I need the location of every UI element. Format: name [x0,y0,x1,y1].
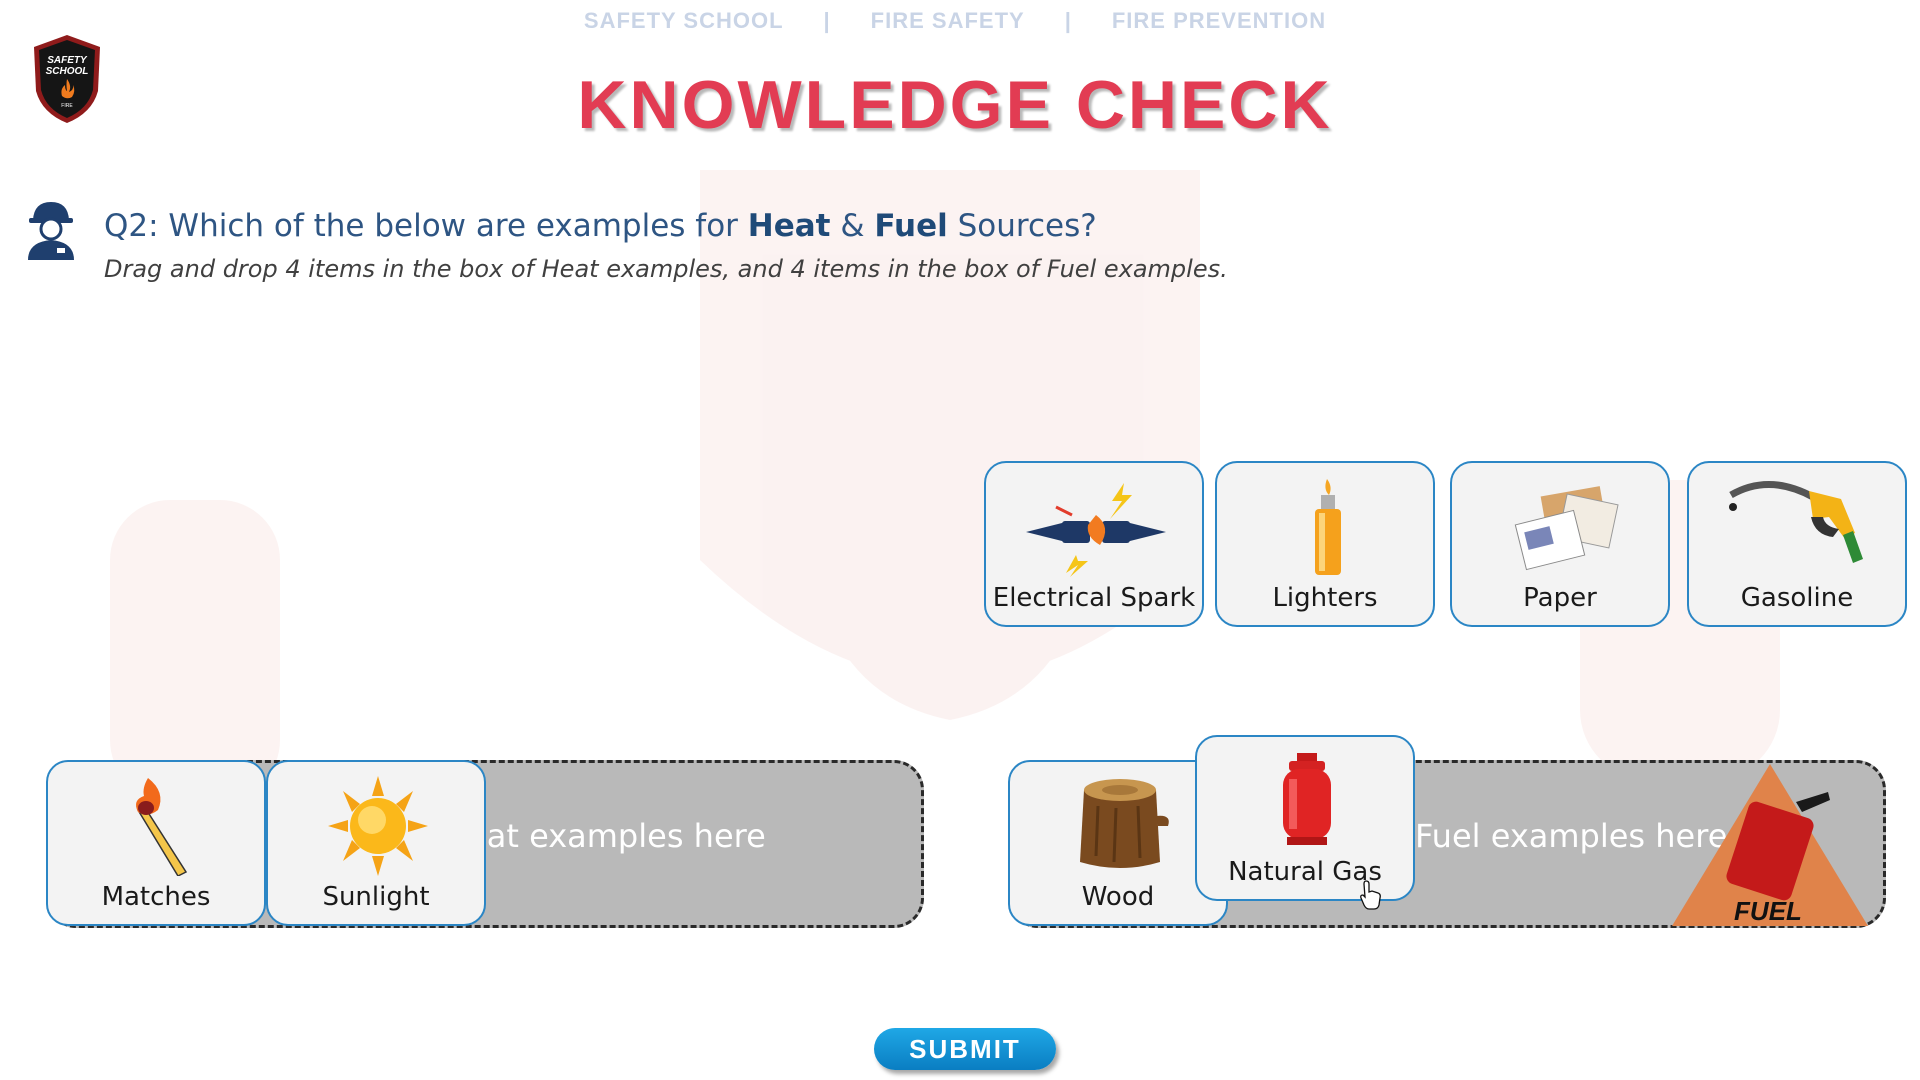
sun-icon [328,776,428,876]
option-lighters[interactable]: Lighters [1215,461,1435,627]
wood-log-icon [1080,779,1169,868]
match-icon [136,778,188,876]
hand-cursor-icon [1360,880,1381,910]
option-electrical-spark[interactable]: Electrical Spark [984,461,1204,627]
paper-icon [1514,486,1619,571]
option-paper[interactable]: Paper [1450,461,1670,627]
item-label: Sunlight [322,882,430,912]
fuel-can-badge-icon: FUEL [1672,764,1868,926]
breadcrumb-fire-safety[interactable]: FIRE SAFETY [871,8,1025,34]
electrical-spark-icon [1026,483,1166,577]
option-gasoline[interactable]: Gasoline [1687,461,1907,627]
breadcrumb: SAFETY SCHOOL | FIRE SAFETY | FIRE PREVENTIO… [0,8,1915,34]
fuel-badge-text: FUEL [1734,896,1802,926]
question-heat: Heat [747,208,831,244]
breadcrumb-separator: | [1064,8,1072,33]
heat-item-matches[interactable]: Matches [46,760,266,926]
logo-text-line1: SAFETY [47,55,88,66]
question-instruction: Drag and drop 4 items in the box of Heat… [104,255,1228,283]
heat-item-sunlight[interactable]: Sunlight [266,760,486,926]
option-label: Paper [1523,583,1597,613]
item-label: Matches [101,882,211,912]
breadcrumb-separator: | [823,8,831,33]
gasoline-nozzle-icon [1729,481,1863,563]
option-label: Electrical Spark [992,583,1196,613]
question-prefix: Q2: Which of the below are examples for [104,208,748,244]
submit-button[interactable]: SUBMIT [874,1028,1056,1070]
question-text: Q2: Which of the below are examples for … [104,208,1097,244]
question-amp: & [830,208,875,244]
gas-cylinder-icon [1283,753,1331,845]
worker-avatar-icon [28,202,74,260]
heat-drop-hint: Heat examples here [443,817,766,855]
lighter-icon [1315,479,1341,575]
question-suffix: Sources? [947,208,1097,244]
option-label: Lighters [1272,583,1378,613]
item-label: Wood [1081,882,1155,912]
dragging-item-natural-gas[interactable]: Natural Gas [1195,735,1415,901]
option-label: Gasoline [1740,583,1854,613]
breadcrumb-safety-school[interactable]: SAFETY SCHOOL [584,8,784,34]
page-title: KNOWLEDGE CHECK [577,67,1333,143]
breadcrumb-fire-prevention[interactable]: FIRE PREVENTION [1112,8,1326,34]
question-fuel: Fuel [874,208,948,244]
